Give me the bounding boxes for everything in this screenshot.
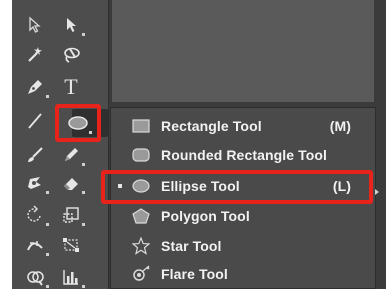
line-segment-tool[interactable] [18, 106, 52, 136]
selection-tool[interactable] [18, 10, 52, 40]
rotate-tool[interactable] [18, 200, 52, 230]
shaper-icon [28, 177, 41, 189]
rotate-icon [27, 205, 41, 222]
type-tool[interactable]: T [54, 72, 88, 102]
scale-tool[interactable] [54, 200, 88, 230]
pen-icon [28, 80, 42, 94]
flare-icon [131, 265, 151, 283]
more-tools-indicator [82, 163, 85, 166]
paintbrush-tool[interactable] [18, 140, 52, 170]
scale-icon [63, 207, 79, 223]
lasso-tool[interactable] [54, 40, 88, 70]
more-tools-indicator [46, 285, 49, 288]
menu-item-label: Rounded Rectangle Tool [161, 147, 328, 163]
tearoff-arrow-icon[interactable] [375, 189, 379, 195]
menu-item-label: Rectangle Tool [161, 118, 262, 134]
document-canvas[interactable] [112, 0, 374, 102]
menu-item-label: Star Tool [161, 238, 222, 254]
free-transform-tool[interactable] [54, 230, 88, 260]
illustrator-window: T Rectangle Tool (M) Rounded Rectangle T… [0, 0, 386, 289]
menu-item-polygon-tool[interactable]: Polygon Tool [111, 202, 375, 230]
shape-builder-icon [27, 271, 44, 286]
pencil-tool[interactable] [54, 140, 88, 170]
more-tools-indicator [46, 253, 49, 256]
rounded-rectangle-icon [131, 146, 151, 164]
menu-item-star-tool[interactable]: Star Tool [111, 232, 375, 260]
eraser-tool[interactable] [54, 168, 88, 198]
more-tools-indicator [82, 223, 85, 226]
width-icon [27, 241, 43, 251]
tools-panel: T [12, 0, 109, 289]
rectangle-icon [131, 117, 151, 135]
menu-item-label: Flare Tool [161, 266, 228, 282]
magic-wand-icon [28, 47, 42, 62]
menu-item-label: Polygon Tool [161, 208, 250, 224]
graph-icon [63, 270, 78, 285]
polygon-icon [131, 207, 151, 225]
shaper-tool[interactable] [18, 168, 52, 198]
direct-selection-tool[interactable] [54, 10, 88, 40]
shape-builder-tool[interactable] [18, 262, 52, 292]
ellipse-menu-highlight [101, 170, 373, 204]
pen-tool[interactable] [18, 72, 52, 102]
pencil-icon [65, 148, 78, 161]
star-icon [131, 237, 151, 255]
menu-item-shortcut: (M) [329, 118, 351, 134]
more-tools-indicator [82, 33, 85, 36]
graph-tool[interactable] [54, 262, 88, 292]
hollow-arrow-icon [29, 16, 41, 33]
menu-item-rounded-rectangle-tool[interactable]: Rounded Rectangle Tool [111, 141, 375, 169]
type-icon: T [64, 74, 78, 99]
more-tools-indicator [82, 191, 85, 194]
lasso-icon [64, 47, 80, 63]
menu-item-flare-tool[interactable]: Flare Tool [111, 260, 375, 288]
width-tool[interactable] [18, 230, 52, 260]
more-tools-indicator [46, 95, 49, 98]
more-tools-indicator [46, 223, 49, 226]
solid-arrow-icon [67, 18, 76, 32]
magic-wand-tool[interactable] [18, 40, 52, 70]
line-icon [28, 113, 42, 129]
eraser-icon [64, 178, 78, 190]
more-tools-indicator [46, 191, 49, 194]
free-transform-icon [63, 238, 79, 252]
menu-item-rectangle-tool[interactable]: Rectangle Tool (M) [111, 112, 375, 140]
ellipse-tool-highlight [55, 104, 101, 142]
more-tools-indicator [82, 285, 85, 288]
paintbrush-icon [28, 147, 43, 162]
